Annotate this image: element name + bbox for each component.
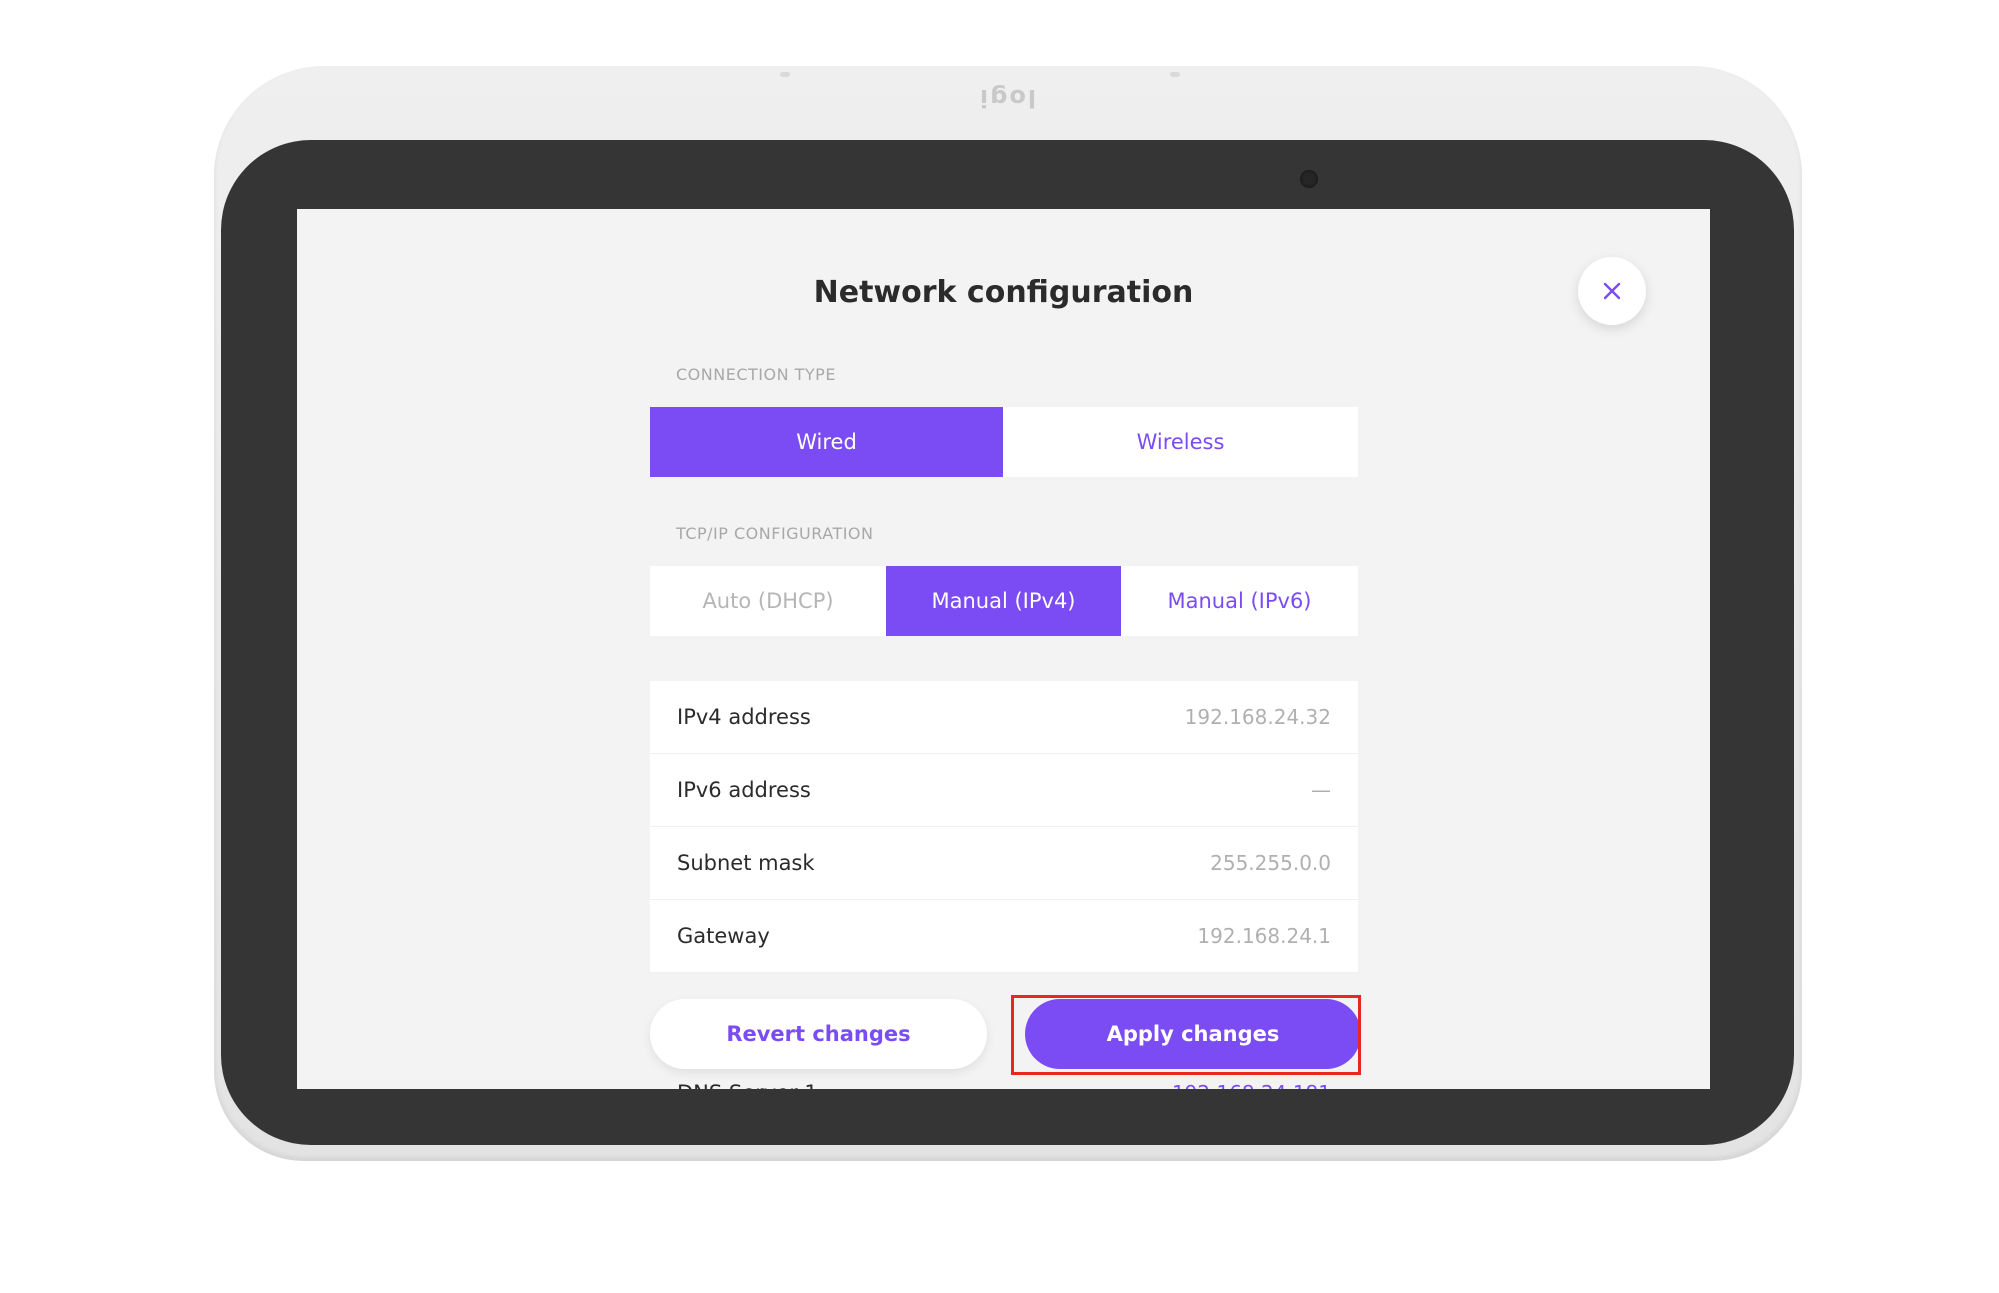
subnet-mask-row[interactable]: Subnet mask 255.255.0.0 (650, 827, 1358, 900)
wireless-option[interactable]: Wireless (1003, 407, 1358, 477)
field-value: 192.168.24.32 (1184, 705, 1331, 729)
dns-server-row-partial: DNS Server 1 192.168.24.181 (650, 1081, 1358, 1089)
network-fields-list: IPv4 address 192.168.24.32 IPv6 address … (650, 681, 1358, 973)
manual-ipv6-option[interactable]: Manual (IPv6) (1121, 566, 1358, 636)
field-value: — (1311, 778, 1331, 802)
close-icon (1603, 282, 1621, 300)
page-title: Network configuration (813, 275, 1194, 310)
close-button[interactable] (1578, 257, 1646, 325)
manual-ipv4-option[interactable]: Manual (IPv4) (886, 566, 1121, 636)
field-label: Subnet mask (677, 851, 815, 875)
ipv6-address-row[interactable]: IPv6 address — (650, 754, 1358, 827)
tcpip-configuration-selector: Auto (DHCP) Manual (IPv4) Manual (IPv6) (650, 566, 1358, 636)
device-sensor (1170, 72, 1180, 77)
field-value: 255.255.0.0 (1210, 851, 1331, 875)
connection-type-selector: Wired Wireless (650, 407, 1358, 477)
field-label: IPv6 address (677, 778, 811, 802)
gateway-row[interactable]: Gateway 192.168.24.1 (650, 900, 1358, 973)
auto-dhcp-option[interactable]: Auto (DHCP) (650, 566, 886, 636)
tcpip-configuration-label: TCP/IP CONFIGURATION (676, 524, 874, 543)
device-sensor (780, 72, 790, 77)
field-label: IPv4 address (677, 705, 811, 729)
connection-type-label: CONNECTION TYPE (676, 365, 836, 384)
highlight-box (1011, 995, 1361, 1075)
device-logo: logi (977, 84, 1037, 112)
field-value: 192.168.24.181 (1172, 1081, 1331, 1089)
camera-lens (1300, 170, 1318, 188)
field-label: Gateway (677, 924, 770, 948)
revert-changes-button[interactable]: Revert changes (650, 999, 987, 1069)
field-label: DNS Server 1 (677, 1081, 818, 1089)
ipv4-address-row[interactable]: IPv4 address 192.168.24.32 (650, 681, 1358, 754)
field-value: 192.168.24.1 (1197, 924, 1331, 948)
network-configuration-screen: Network configuration CONNECTION TYPE Wi… (297, 209, 1710, 1089)
wired-option[interactable]: Wired (650, 407, 1003, 477)
